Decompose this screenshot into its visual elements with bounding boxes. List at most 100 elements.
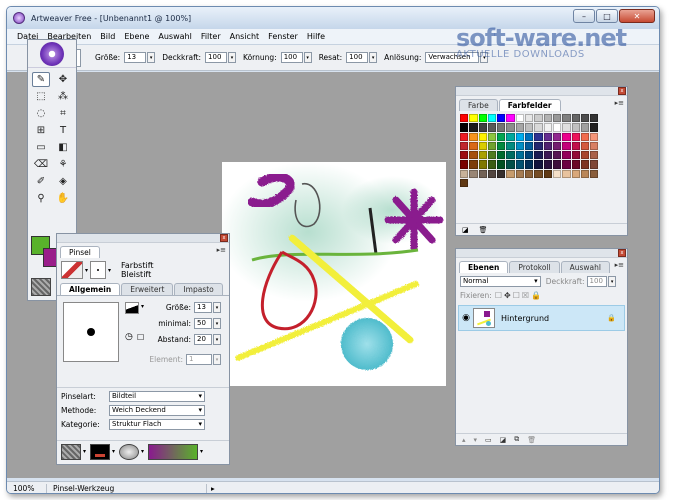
- magic-wand-icon[interactable]: ⁂: [54, 89, 72, 104]
- swatch-cell[interactable]: [515, 151, 525, 160]
- lock-transparency-icon[interactable]: ☐: [495, 291, 502, 300]
- zoom-status[interactable]: 100%: [7, 484, 47, 493]
- maximize-button[interactable]: □: [596, 9, 618, 23]
- swatches-panel-close[interactable]: x: [618, 87, 626, 95]
- swatch-cell[interactable]: [515, 123, 525, 132]
- swatch-cell[interactable]: [534, 169, 543, 179]
- swatch-cell[interactable]: [543, 151, 552, 160]
- swatch-cell[interactable]: [497, 114, 506, 123]
- lock-move-icon[interactable]: ✥: [504, 291, 511, 300]
- swatch-cell[interactable]: [562, 151, 571, 160]
- menu-auswahl[interactable]: Auswahl: [158, 32, 191, 41]
- crop-icon[interactable]: ⌗: [54, 106, 72, 121]
- swatch-cell[interactable]: [487, 123, 497, 132]
- paper-texture-thumb[interactable]: [61, 443, 81, 460]
- swatch-cell[interactable]: [552, 169, 562, 179]
- new-layer-icon[interactable]: ◪: [500, 436, 507, 444]
- gradient-icon[interactable]: ◧: [54, 140, 72, 155]
- swatch-cell[interactable]: [497, 160, 506, 169]
- brush-min-input[interactable]: 50: [194, 318, 212, 329]
- pattern-dropdown-icon[interactable]: ▾: [112, 448, 115, 455]
- brush-variant-dropdown-icon[interactable]: ▾: [108, 267, 111, 274]
- gradient-thumb[interactable]: [148, 443, 199, 460]
- pressure-spinner[interactable]: ▾: [480, 52, 489, 63]
- swatch-cell[interactable]: [580, 141, 590, 151]
- grain-spinner[interactable]: ▾: [303, 52, 312, 63]
- lock-all-icon[interactable]: 🔒: [531, 291, 541, 300]
- delete-swatch-icon[interactable]: 🗑: [479, 226, 488, 234]
- swatch-cell[interactable]: [469, 160, 478, 169]
- swatch-cell[interactable]: [580, 114, 590, 123]
- swatch-cell[interactable]: [487, 114, 497, 123]
- layers-panel-close[interactable]: x: [618, 249, 626, 257]
- swatch-cell[interactable]: [460, 141, 469, 151]
- delete-layer-icon[interactable]: 🗑: [527, 436, 536, 444]
- brush-spacing-spinner[interactable]: ▾: [213, 334, 221, 345]
- swatch-cell[interactable]: [506, 114, 515, 123]
- brush-type-select[interactable]: Bildteil: [109, 391, 205, 402]
- swatch-cell[interactable]: [515, 114, 525, 123]
- tab-protokoll[interactable]: Protokoll: [509, 261, 560, 273]
- swatch-cell[interactable]: [506, 132, 515, 141]
- brush-variant-icon[interactable]: [90, 261, 107, 279]
- swatch-cell[interactable]: [478, 132, 487, 141]
- swatch-cell[interactable]: [460, 151, 469, 160]
- layer-down-icon[interactable]: ▾: [474, 436, 478, 444]
- swatch-cell[interactable]: [552, 123, 562, 132]
- layers-menu-icon[interactable]: ▸≡: [615, 261, 624, 269]
- tab-ebenen[interactable]: Ebenen: [459, 261, 509, 273]
- swatch-cell[interactable]: [562, 169, 571, 179]
- swatch-cell[interactable]: [460, 114, 469, 123]
- swatch-cell[interactable]: [515, 141, 525, 151]
- menu-ebene[interactable]: Ebene: [124, 32, 149, 41]
- swatch-cell[interactable]: [571, 132, 580, 141]
- hand-icon[interactable]: ✋: [54, 191, 72, 206]
- eraser-icon[interactable]: ⌫: [32, 157, 50, 172]
- gradient-dropdown-icon[interactable]: ▾: [200, 448, 203, 455]
- paper-dropdown-icon[interactable]: ▾: [83, 448, 86, 455]
- swatch-cell[interactable]: [497, 141, 506, 151]
- brush-size-spinner[interactable]: ▾: [213, 302, 221, 313]
- menu-filter[interactable]: Filter: [201, 32, 221, 41]
- tab-auswahl[interactable]: Auswahl: [560, 261, 610, 273]
- move-tool-icon[interactable]: ✥: [54, 72, 72, 87]
- swatch-cell[interactable]: [497, 169, 506, 179]
- close-button[interactable]: ✕: [619, 9, 655, 23]
- brush-category-icon[interactable]: [61, 261, 83, 279]
- swatch-cell[interactable]: [552, 151, 562, 160]
- swatch-cell[interactable]: [590, 151, 599, 160]
- tab-allgemein[interactable]: Allgemein: [60, 283, 121, 295]
- brush-cat-select[interactable]: Struktur Flach: [109, 419, 205, 430]
- swatch-cell[interactable]: [571, 123, 580, 132]
- drawing-canvas[interactable]: [218, 162, 446, 386]
- swatch-cell[interactable]: [534, 141, 543, 151]
- swatch-cell[interactable]: [590, 141, 599, 151]
- swatch-cell[interactable]: [506, 123, 515, 132]
- brush-spacing-input[interactable]: 20: [194, 334, 212, 345]
- swatch-cell[interactable]: [525, 114, 534, 123]
- swatch-cell[interactable]: [469, 169, 478, 179]
- swatch-cell[interactable]: [515, 169, 525, 179]
- grain-input[interactable]: 100: [280, 52, 303, 63]
- text-tool-icon[interactable]: T: [54, 123, 72, 138]
- swatch-cell[interactable]: [469, 151, 478, 160]
- tab-erweitert[interactable]: Erweitert: [121, 283, 174, 295]
- swatch-cell[interactable]: [497, 123, 506, 132]
- swatch-cell[interactable]: [562, 141, 571, 151]
- brush-tool-icon[interactable]: ✎: [32, 72, 50, 87]
- swatch-cell[interactable]: [478, 169, 487, 179]
- rect-select-icon[interactable]: ⬚: [32, 89, 50, 104]
- swatch-cell[interactable]: [487, 169, 497, 179]
- blend-mode-select[interactable]: Normal: [460, 276, 541, 287]
- swatch-cell[interactable]: [460, 169, 469, 179]
- swatch-cell[interactable]: [478, 160, 487, 169]
- swatch-cell[interactable]: [534, 114, 543, 123]
- swatch-cell[interactable]: [562, 160, 571, 169]
- swatch-cell[interactable]: [590, 160, 599, 169]
- swatch-cell[interactable]: [497, 151, 506, 160]
- swatch-cell[interactable]: [469, 132, 478, 141]
- resat-spinner[interactable]: ▾: [369, 52, 378, 63]
- menu-fenster[interactable]: Fenster: [268, 32, 298, 41]
- status-arrow-icon[interactable]: ▸: [207, 484, 215, 493]
- brush-element-input[interactable]: 1: [186, 354, 212, 365]
